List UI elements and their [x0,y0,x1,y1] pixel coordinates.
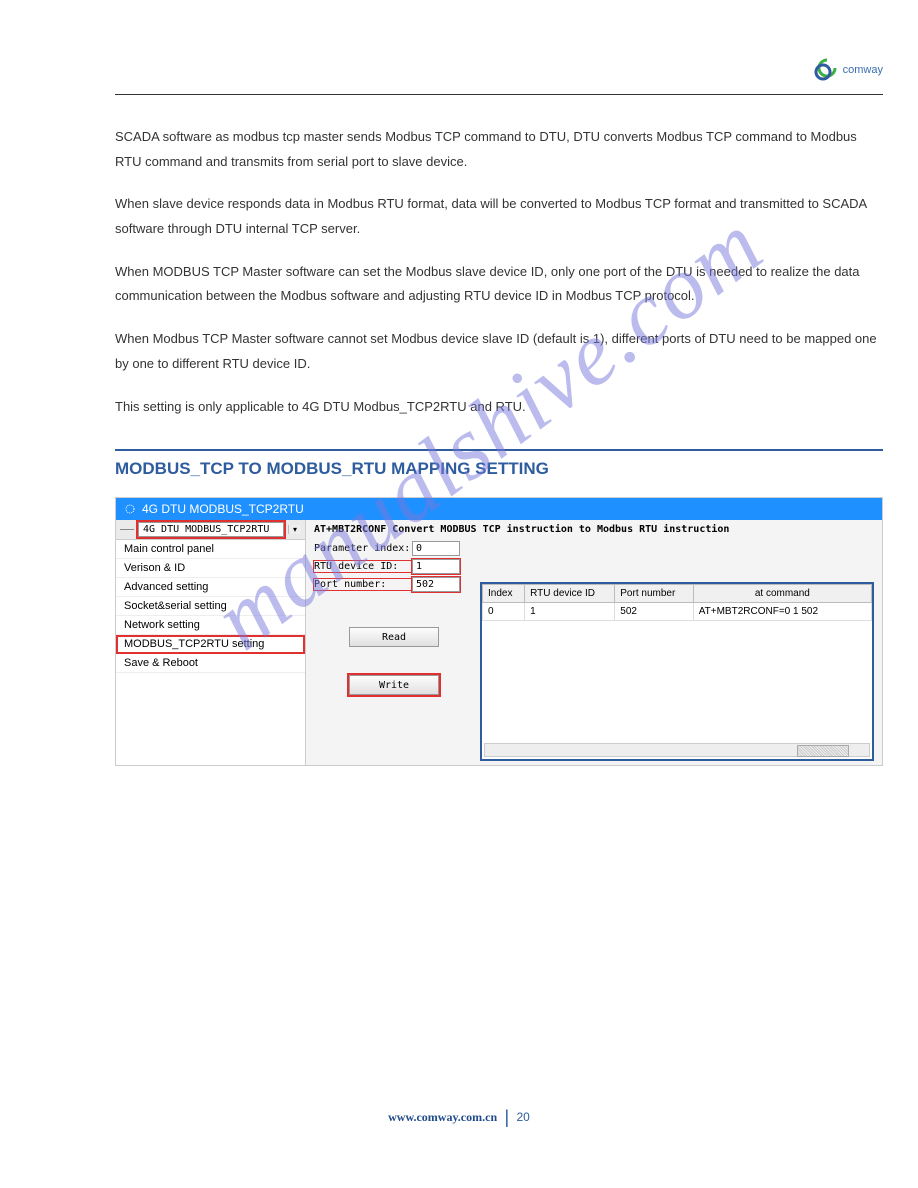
sidebar-item-version[interactable]: Verison & ID [116,559,305,578]
app-window: 4G DTU MODBUS_TCP2RTU 4G DTU MODBUS_TCP2… [115,497,883,766]
sidebar: 4G DTU MODBUS_TCP2RTU ▾ Main control pan… [116,520,306,765]
port-label: Port number: [314,579,412,590]
param-index-label: Parameter index: [314,543,412,554]
footer-url[interactable]: www.comway.com.cn [388,1110,497,1124]
page-header: comway [115,60,883,95]
sidebar-item-network[interactable]: Network setting [116,616,305,635]
rtu-id-input[interactable] [412,559,460,574]
paragraph: When Modbus TCP Master software cannot s… [115,327,883,376]
col-port: Port number [615,585,693,603]
footer-separator: | [504,1107,509,1127]
main-panel: AT+MBT2RCONF Convert MODBUS TCP instruct… [306,520,882,765]
footer: www.comway.com.cn | 20 [0,1107,918,1128]
form-row-port: Port number: [314,577,474,592]
line-icon [120,529,134,530]
sidebar-item-socket[interactable]: Socket&serial setting [116,597,305,616]
dropdown-value: 4G DTU MODBUS_TCP2RTU [143,524,269,535]
panel-title: AT+MBT2RCONF Convert MODBUS TCP instruct… [314,524,734,535]
sidebar-item-advanced[interactable]: Advanced setting [116,578,305,597]
sidebar-item-modbus[interactable]: MODBUS_TCP2RTU setting [116,635,305,654]
titlebar: 4G DTU MODBUS_TCP2RTU [116,498,882,520]
col-index: Index [483,585,525,603]
cell-rtu-id: 1 [525,603,615,621]
sidebar-item-main[interactable]: Main control panel [116,540,305,559]
page-number: 20 [517,1110,530,1124]
param-index-input[interactable] [412,541,460,556]
button-block: Read Write [314,627,474,695]
mapping-table: Index RTU device ID Port number at comma… [482,584,872,621]
window-title: 4G DTU MODBUS_TCP2RTU [142,502,304,516]
logo: comway [813,58,883,82]
content: SCADA software as modbus tcp master send… [115,125,883,766]
chevron-down-icon[interactable]: ▾ [288,525,301,534]
paragraph: When MODBUS TCP Master software can set … [115,260,883,309]
form-panel: AT+MBT2RCONF Convert MODBUS TCP instruct… [314,524,474,761]
cell-index: 0 [483,603,525,621]
horizontal-scrollbar[interactable] [484,743,870,757]
port-input[interactable] [412,577,460,592]
section-title: MODBUS_TCP TO MODBUS_RTU MAPPING SETTING [115,459,883,479]
mode-dropdown[interactable]: 4G DTU MODBUS_TCP2RTU [138,522,284,537]
cell-port: 502 [615,603,693,621]
table-row[interactable]: 0 1 502 AT+MBT2RCONF=0 1 502 [483,603,872,621]
sidebar-item-save[interactable]: Save & Reboot [116,654,305,673]
dropdown-row: 4G DTU MODBUS_TCP2RTU ▾ [116,520,305,540]
cell-command: AT+MBT2RCONF=0 1 502 [693,603,871,621]
section-divider [115,449,883,451]
logo-text: comway [843,64,883,76]
mapping-table-panel: Index RTU device ID Port number at comma… [480,582,874,761]
col-rtu-id: RTU device ID [525,585,615,603]
write-button[interactable]: Write [349,675,439,695]
rtu-id-label: RTU device ID: [314,561,412,572]
col-command: at command [693,585,871,603]
paragraph: When slave device responds data in Modbu… [115,192,883,241]
read-button[interactable]: Read [349,627,439,647]
paragraph: SCADA software as modbus tcp master send… [115,125,883,174]
table-header-row: Index RTU device ID Port number at comma… [483,585,872,603]
logo-icon [813,58,841,82]
form-row-rtu-id: RTU device ID: [314,559,474,574]
app-body: 4G DTU MODBUS_TCP2RTU ▾ Main control pan… [116,520,882,765]
paragraph: This setting is only applicable to 4G DT… [115,395,883,420]
form-row-param-index: Parameter index: [314,541,474,556]
app-icon [124,503,136,515]
